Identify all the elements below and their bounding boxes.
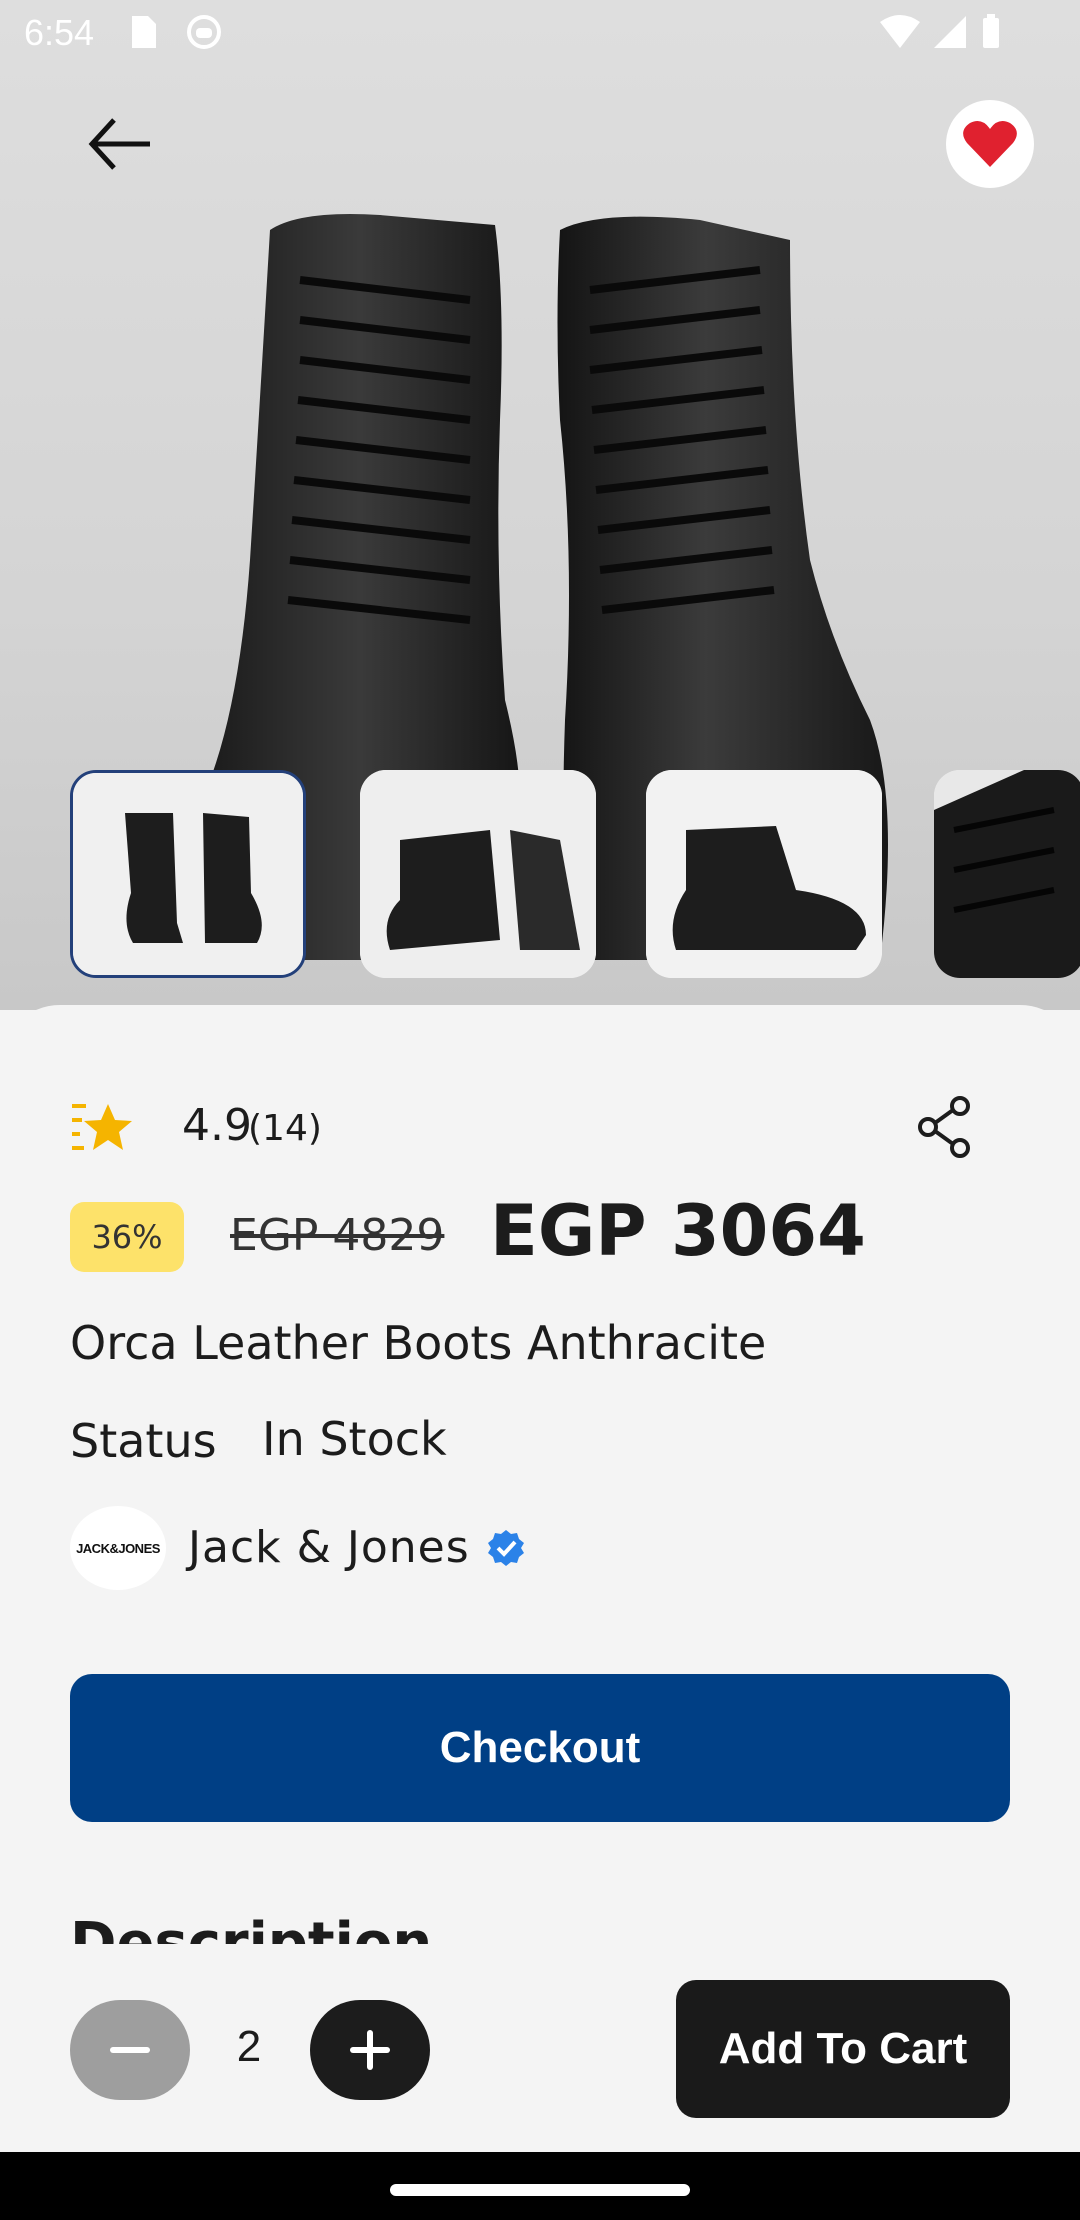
sd-card-icon xyxy=(132,16,156,48)
add-to-cart-button[interactable]: Add To Cart xyxy=(676,1980,1010,2118)
thumbnail-4[interactable] xyxy=(934,770,1080,978)
quantity-value: 2 xyxy=(236,2022,262,2071)
home-gesture-handle[interactable] xyxy=(390,2184,690,2196)
brand-name[interactable]: Jack & Jones xyxy=(188,1522,470,1573)
brand-logo-text: JACK&JONES xyxy=(76,1540,160,1556)
minus-icon xyxy=(110,2047,150,2053)
discount-badge: 36% xyxy=(70,1202,184,1272)
share-icon xyxy=(918,1096,970,1158)
verified-badge-icon xyxy=(488,1530,524,1566)
increase-quantity-button[interactable] xyxy=(310,2000,430,2100)
product-title: Orca Leather Boots Anthracite xyxy=(70,1316,767,1370)
product-detail-screen: 6:54 4.9 (14) 36% EGP 4829 EGP 3064 Orca… xyxy=(0,0,1080,2152)
brand-logo[interactable]: JACK&JONES xyxy=(70,1506,166,1590)
arrow-left-icon xyxy=(88,118,150,170)
favorite-button[interactable] xyxy=(946,100,1034,188)
stock-status-label: Status xyxy=(70,1414,217,1468)
status-time: 6:54 xyxy=(24,12,95,53)
plus-icon xyxy=(350,2030,390,2070)
wifi-icon xyxy=(880,15,920,48)
checkout-button[interactable]: Checkout xyxy=(70,1674,1010,1822)
battery-icon xyxy=(983,14,999,48)
rating-value: 4.9 xyxy=(182,1100,252,1151)
thumbnail-3[interactable] xyxy=(646,770,882,978)
android-head-icon xyxy=(187,15,221,49)
description-heading: Description xyxy=(70,1911,433,1944)
back-button[interactable] xyxy=(78,100,168,190)
decrease-quantity-button[interactable] xyxy=(70,2000,190,2100)
rating-count: (14) xyxy=(248,1108,322,1149)
image-thumbnail-strip xyxy=(0,770,1080,980)
thumbnail-2[interactable] xyxy=(360,770,596,978)
original-price: EGP 4829 xyxy=(230,1210,445,1261)
share-button[interactable] xyxy=(910,1092,980,1162)
status-bar: 6:54 xyxy=(0,0,1080,64)
thumbnail-1[interactable] xyxy=(70,770,306,978)
star-icon xyxy=(72,1104,132,1150)
sale-price: EGP 3064 xyxy=(490,1190,866,1272)
stock-status-value: In Stock xyxy=(262,1412,447,1466)
cell-signal-icon xyxy=(934,16,966,48)
heart-icon xyxy=(963,121,1017,167)
